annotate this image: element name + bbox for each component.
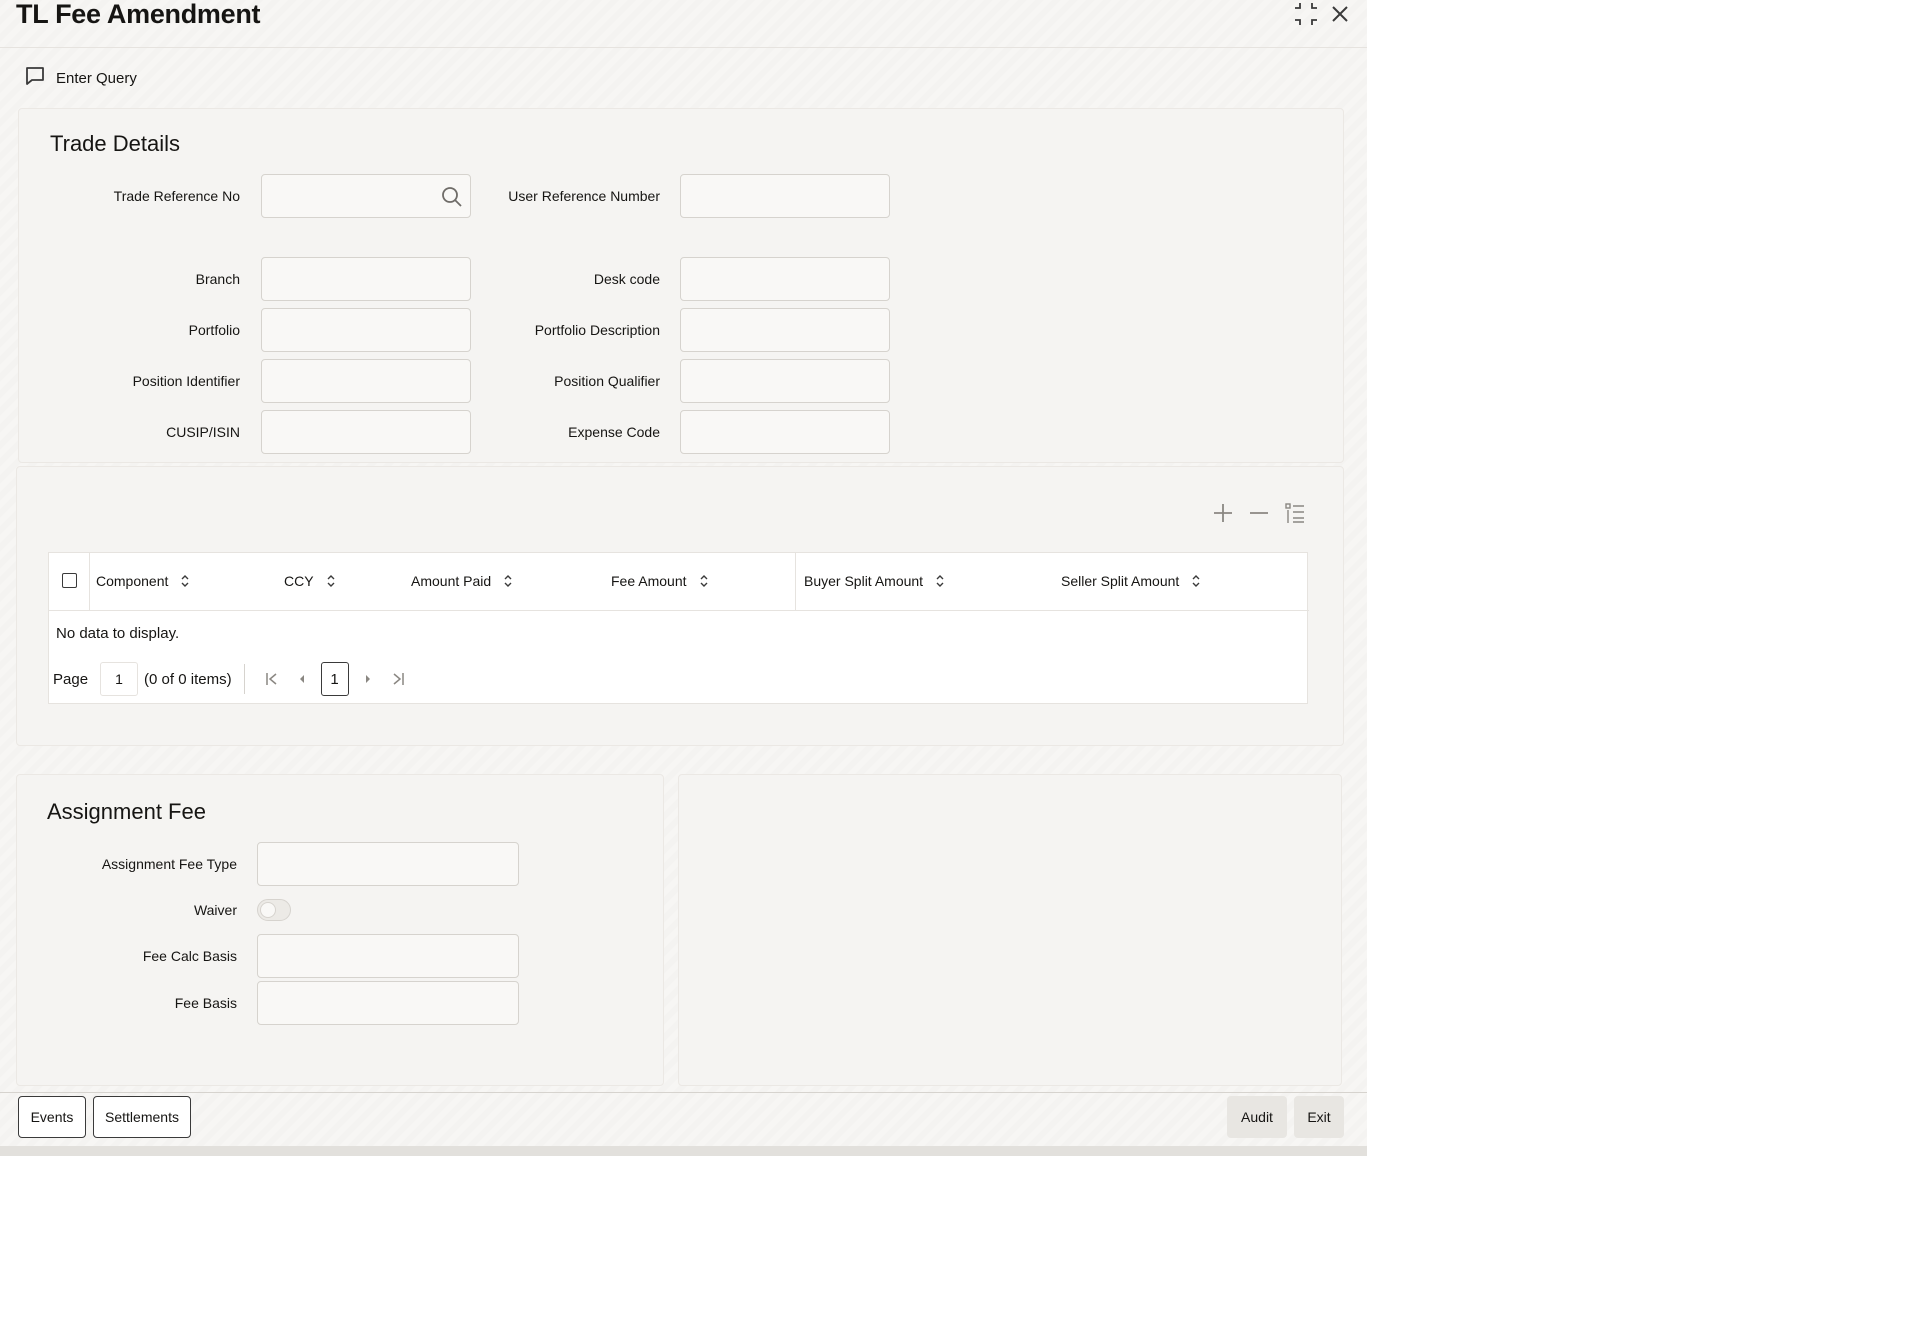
column-header-amount-paid[interactable]: Amount Paid bbox=[411, 573, 513, 589]
trade-reference-no-input[interactable] bbox=[261, 174, 471, 218]
assignment-fee-type-input[interactable] bbox=[257, 842, 519, 886]
delete-row-icon[interactable] bbox=[1248, 500, 1270, 526]
window-bottom-strip bbox=[0, 1146, 1367, 1156]
toggle-knob bbox=[260, 902, 276, 918]
events-button[interactable]: Events bbox=[18, 1096, 86, 1138]
column-header-seller-split-amount[interactable]: Seller Split Amount bbox=[1061, 573, 1201, 589]
fee-calc-basis-label: Fee Calc Basis bbox=[142, 948, 237, 964]
branch-input[interactable] bbox=[261, 257, 471, 301]
fee-calc-basis-input[interactable] bbox=[257, 934, 519, 978]
items-summary: (0 of 0 items) bbox=[144, 670, 232, 688]
title-bar: TL Fee Amendment bbox=[0, 0, 1367, 48]
enter-query-icon bbox=[24, 65, 46, 92]
desk-code-input[interactable] bbox=[680, 257, 890, 301]
enter-query-button[interactable]: Enter Query bbox=[24, 64, 137, 92]
column-label: Amount Paid bbox=[411, 573, 492, 589]
page-number-input[interactable]: 1 bbox=[100, 662, 139, 696]
trade-details-title: Trade Details bbox=[50, 131, 181, 156]
fee-basis-label: Fee Basis bbox=[174, 995, 237, 1011]
fee-grid: Component CCY Amount Paid Fee Amount Buy… bbox=[48, 552, 1309, 704]
search-icon[interactable] bbox=[440, 185, 464, 209]
last-page-icon[interactable] bbox=[383, 664, 413, 694]
position-qualifier-input[interactable] bbox=[680, 359, 890, 403]
cusip-isin-input[interactable] bbox=[261, 410, 471, 454]
current-page-button[interactable]: 1 bbox=[320, 662, 349, 696]
cusip-isin-label: CUSIP/ISIN bbox=[166, 424, 240, 440]
column-label: Seller Split Amount bbox=[1061, 573, 1180, 589]
settlements-button[interactable]: Settlements bbox=[93, 1096, 191, 1138]
column-header-component[interactable]: Component bbox=[96, 573, 190, 589]
column-label: Buyer Split Amount bbox=[804, 573, 924, 589]
single-view-icon[interactable] bbox=[1284, 500, 1306, 526]
sort-icon bbox=[504, 575, 512, 587]
page-label: Page bbox=[53, 670, 89, 688]
next-page-icon[interactable] bbox=[353, 664, 383, 694]
previous-page-icon[interactable] bbox=[287, 664, 317, 694]
empty-grid-message: No data to display. bbox=[56, 625, 180, 642]
expense-code-label: Expense Code bbox=[568, 424, 660, 440]
sort-icon bbox=[700, 575, 707, 587]
assignment-fee-type-label: Assignment Fee Type bbox=[101, 856, 237, 872]
column-label: Component bbox=[96, 573, 169, 589]
sort-icon bbox=[181, 575, 189, 587]
sort-icon bbox=[1192, 575, 1200, 587]
position-identifier-label: Position Identifier bbox=[132, 373, 240, 389]
exit-button[interactable]: Exit bbox=[1294, 1096, 1344, 1138]
close-icon[interactable] bbox=[1326, 0, 1354, 28]
window-title: TL Fee Amendment bbox=[16, 0, 261, 29]
footer-divider bbox=[0, 1092, 1367, 1093]
sort-icon bbox=[327, 575, 335, 587]
tl-fee-amendment-window: TL Fee Amendment Enter Query Trade Detai… bbox=[0, 0, 1367, 1156]
grid-toolbar bbox=[1212, 500, 1306, 526]
sort-icon bbox=[936, 575, 944, 587]
grid-header: Component CCY Amount Paid Fee Amount Buy… bbox=[49, 553, 1309, 611]
column-header-ccy[interactable]: CCY bbox=[284, 573, 336, 589]
trade-reference-no-label: Trade Reference No bbox=[113, 188, 240, 204]
branch-label: Branch bbox=[195, 271, 240, 287]
audit-button[interactable]: Audit bbox=[1227, 1096, 1287, 1138]
column-separator bbox=[795, 553, 796, 611]
maximize-icon[interactable] bbox=[1292, 0, 1320, 28]
desk-code-label: Desk code bbox=[593, 271, 660, 287]
position-identifier-input[interactable] bbox=[261, 359, 471, 403]
enter-query-label: Enter Query bbox=[56, 69, 137, 87]
portfolio-input[interactable] bbox=[261, 308, 471, 352]
user-reference-number-label: User Reference Number bbox=[508, 188, 660, 204]
position-qualifier-label: Position Qualifier bbox=[554, 373, 660, 389]
column-header-buyer-split-amount[interactable]: Buyer Split Amount bbox=[804, 573, 945, 589]
pager-divider bbox=[243, 664, 245, 694]
column-header-fee-amount[interactable]: Fee Amount bbox=[611, 573, 709, 589]
waiver-toggle[interactable] bbox=[257, 899, 291, 921]
assignment-fee-title: Assignment Fee bbox=[47, 799, 206, 824]
user-reference-number-input[interactable] bbox=[680, 174, 890, 218]
portfolio-description-label: Portfolio Description bbox=[534, 322, 660, 338]
pagination: Page 1 (0 of 0 items) 1 bbox=[53, 661, 413, 697]
fee-basis-input[interactable] bbox=[257, 981, 519, 1025]
column-separator bbox=[89, 553, 90, 611]
column-label: CCY bbox=[284, 573, 314, 589]
expense-code-input[interactable] bbox=[680, 410, 890, 454]
portfolio-description-input[interactable] bbox=[680, 308, 890, 352]
waiver-label: Waiver bbox=[193, 902, 237, 918]
column-label: Fee Amount bbox=[611, 573, 687, 589]
select-all-checkbox[interactable] bbox=[62, 573, 77, 588]
portfolio-label: Portfolio bbox=[188, 322, 240, 338]
first-page-icon[interactable] bbox=[257, 664, 287, 694]
add-row-icon[interactable] bbox=[1212, 500, 1234, 526]
empty-side-panel bbox=[678, 774, 1342, 1086]
